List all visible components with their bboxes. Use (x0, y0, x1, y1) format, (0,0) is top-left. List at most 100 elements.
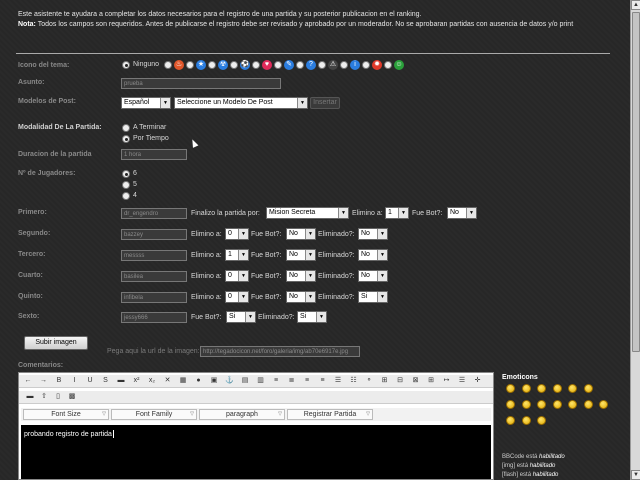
document-icon[interactable]: ▯ (53, 392, 63, 402)
font-size-select[interactable]: Font Size ▽ (23, 409, 109, 420)
player-3-eliminado-select[interactable]: No ▼ (358, 249, 388, 261)
finalizo-select[interactable]: Mision Secreta ▼ (266, 207, 349, 219)
scroll-up-icon[interactable]: ▲ (631, 0, 640, 10)
player-5-name-input[interactable]: infibela (121, 292, 187, 303)
emoticon-icon[interactable] (521, 416, 531, 425)
emoticon-icon[interactable] (583, 400, 593, 409)
emoticon-icon[interactable] (506, 400, 515, 409)
emoticon-icon[interactable] (599, 400, 608, 409)
player-6-bot-select[interactable]: Si ▼ (226, 311, 256, 323)
paste-icon[interactable]: ▤ (240, 376, 250, 386)
emoticon-icon[interactable] (506, 384, 515, 393)
icon-radio-frog[interactable] (384, 61, 392, 69)
player-6-eliminado-select[interactable]: Si ▼ (297, 311, 327, 323)
indent-icon[interactable]: ↦ (442, 376, 452, 386)
jugadores-radio-4[interactable] (122, 192, 130, 200)
code-icon[interactable]: ⊞ (426, 376, 436, 386)
undo-icon[interactable]: ← (23, 376, 33, 386)
align-left-icon[interactable]: ≡ (271, 376, 281, 386)
registrar-partida-select[interactable]: Registrar Partida ▽ (287, 409, 373, 420)
player-3-bot-select[interactable]: No ▼ (286, 249, 316, 261)
icon-radio-star[interactable] (186, 61, 194, 69)
subscript-icon[interactable]: x₂ (147, 376, 157, 386)
icon-radio-radiation[interactable] (208, 61, 216, 69)
emoticon-icon[interactable] (506, 416, 515, 425)
emoticon-icon[interactable]: ▣ (209, 376, 219, 386)
model-select[interactable]: Seleccione un Modelo De Post ▼ (174, 97, 308, 109)
link-icon[interactable]: ⚬ (364, 376, 374, 386)
icon-radio-warning[interactable] (318, 61, 326, 69)
table-icon[interactable]: ⊟ (395, 376, 405, 386)
modalidad-radio-tiempo[interactable] (122, 135, 130, 143)
player-2-bot-select[interactable]: No ▼ (286, 228, 316, 240)
paste-word-icon[interactable]: ▥ (256, 376, 266, 386)
outdent-icon[interactable]: ☰ (457, 376, 467, 386)
align-justify-icon[interactable]: ≡ (318, 376, 328, 386)
language-select[interactable]: Español ▼ (121, 97, 171, 109)
upload-icon[interactable]: ⇧ (39, 392, 49, 402)
redo-icon[interactable]: → (39, 376, 49, 386)
player-2-name-input[interactable]: bazzey (121, 229, 187, 240)
bullet-list-icon[interactable]: ☰ (333, 376, 343, 386)
emoticon-icon[interactable] (537, 384, 546, 393)
anchor-icon[interactable]: ⚓ (225, 376, 235, 386)
icon-radio-heart[interactable] (252, 61, 260, 69)
insert-button[interactable]: Insertar (310, 97, 340, 109)
emoticon-icon[interactable] (537, 416, 546, 425)
icon-radio-speech[interactable] (274, 61, 282, 69)
font-family-select[interactable]: Font Family ▽ (111, 409, 197, 420)
media-icon[interactable]: ⊠ (411, 376, 421, 386)
scroll-down-icon[interactable]: ▼ (631, 470, 640, 480)
unlink-icon[interactable]: ⊞ (380, 376, 390, 386)
align-center-icon[interactable]: ≣ (287, 376, 297, 386)
player-4-elimino-select[interactable]: 0 ▼ (225, 270, 249, 282)
player-3-name-input[interactable]: messss (121, 250, 187, 261)
strikethrough-icon[interactable]: S (101, 376, 111, 386)
emoticon-icon[interactable] (521, 400, 531, 409)
player-2-elimino-select[interactable]: 0 ▼ (225, 228, 249, 240)
chess-icon[interactable]: ▩ (67, 392, 77, 402)
player-4-bot-select[interactable]: No ▼ (286, 270, 316, 282)
asunto-input[interactable]: prueba (121, 78, 281, 89)
player-1-name-input[interactable]: dr_engendro (121, 208, 187, 219)
emoticon-icon[interactable] (568, 384, 577, 393)
add-icon[interactable]: ✛ (473, 376, 483, 386)
editor-content-area[interactable]: probando registro de partida (21, 425, 491, 479)
underline-icon[interactable]: U (85, 376, 95, 386)
vertical-scrollbar[interactable]: ▲ ▼ (630, 0, 640, 480)
player-4-name-input[interactable]: basilea (121, 271, 187, 282)
number-list-icon[interactable]: ☷ (349, 376, 359, 386)
emoticon-icon[interactable] (552, 384, 562, 393)
emoticon-icon[interactable] (568, 400, 577, 409)
player-4-eliminado-select[interactable]: No ▼ (358, 270, 388, 282)
icon-radio-soccer[interactable] (230, 61, 238, 69)
bold-icon[interactable]: B (54, 376, 64, 386)
icon-radio-question[interactable] (296, 61, 304, 69)
icon-radio-info[interactable] (340, 61, 348, 69)
emoticon-icon[interactable] (537, 400, 546, 409)
duracion-input[interactable]: 1 hora (121, 149, 187, 160)
player-5-eliminado-select[interactable]: Si ▼ (358, 291, 388, 303)
minimize-icon[interactable]: ▬ (25, 392, 35, 402)
jugadores-radio-5[interactable] (122, 181, 130, 189)
emoticon-icon[interactable] (583, 384, 593, 393)
italic-icon[interactable]: I (70, 376, 80, 386)
align-right-icon[interactable]: ≡ (302, 376, 312, 386)
hr-icon[interactable]: ▬ (116, 376, 126, 386)
player-1-bot-select[interactable]: No ▼ (447, 207, 477, 219)
icon-radio-none[interactable] (122, 61, 130, 69)
icon-radio-fire[interactable] (164, 61, 172, 69)
superscript-icon[interactable]: x² (132, 376, 142, 386)
jugadores-radio-6[interactable] (122, 170, 130, 178)
player-5-elimino-select[interactable]: 0 ▼ (225, 291, 249, 303)
upload-image-button[interactable]: Subir imagen (24, 336, 88, 350)
remove-format-icon[interactable]: ✕ (163, 376, 173, 386)
player-5-bot-select[interactable]: No ▼ (286, 291, 316, 303)
player-3-elimino-select[interactable]: 1 ▼ (225, 249, 249, 261)
modalidad-radio-terminar[interactable] (122, 124, 130, 132)
player-1-elimino-select[interactable]: 1 ▼ (385, 207, 409, 219)
image-url-input[interactable]: http://tegadocicon.net/foro/galeria/img/… (200, 346, 360, 357)
paragraph-select[interactable]: paragraph ▽ (199, 409, 285, 420)
image-icon[interactable]: ● (194, 376, 204, 386)
emoticon-icon[interactable] (521, 384, 531, 393)
